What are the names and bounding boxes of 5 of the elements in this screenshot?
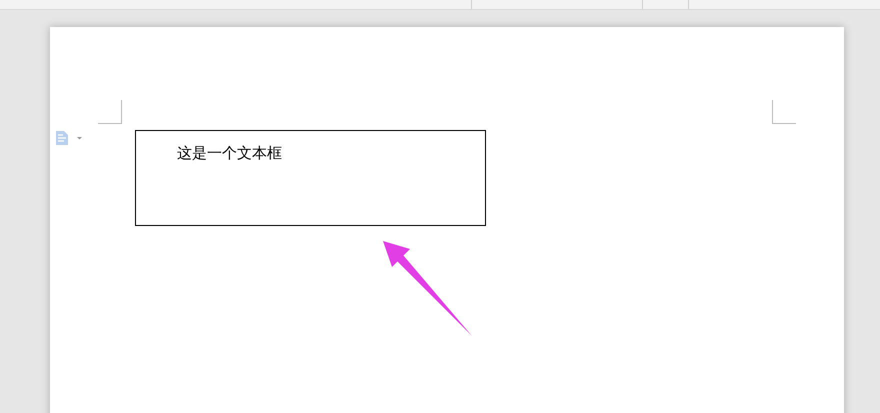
margin-corner-mark [772, 100, 796, 124]
text-box-text: 这是一个文本框 [177, 145, 282, 162]
paragraph-layout-icon[interactable] [55, 131, 83, 145]
margin-corner-mark [98, 100, 122, 124]
text-box[interactable]: 这是一个文本框 [135, 130, 486, 226]
